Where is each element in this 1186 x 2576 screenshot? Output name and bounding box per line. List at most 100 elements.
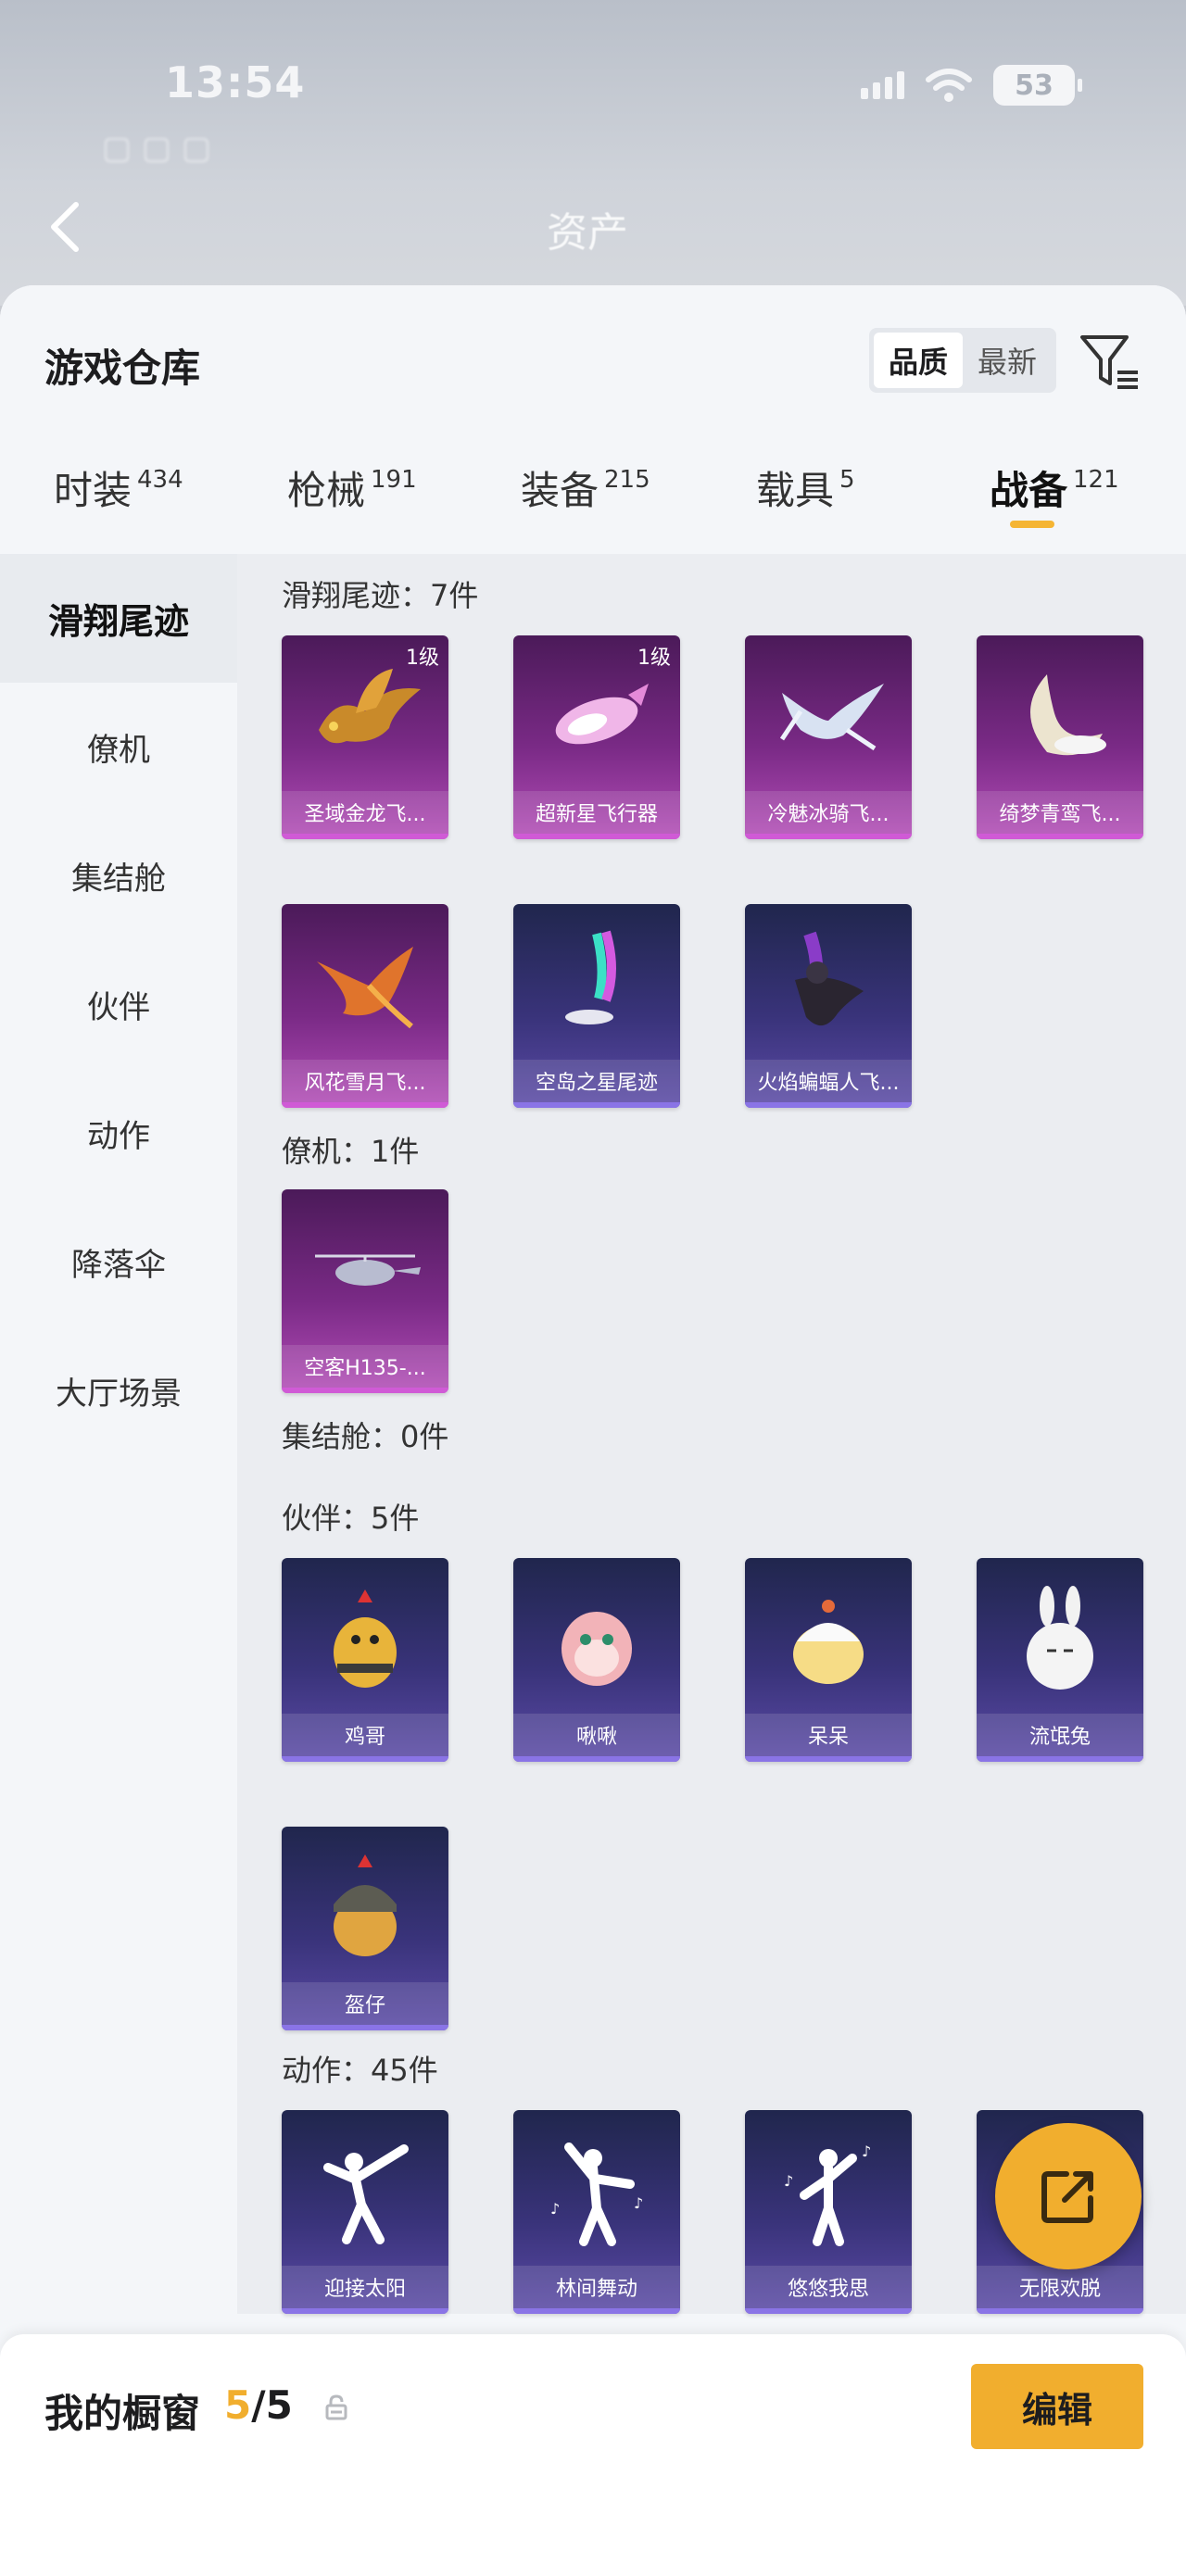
- golden-dragon-icon: [319, 669, 421, 744]
- tab-battle-gear[interactable]: 战备 121: [990, 459, 1119, 552]
- page-title: 资产: [547, 209, 628, 257]
- tab-vehicles[interactable]: 载具 5: [756, 459, 855, 552]
- item-card[interactable]: 呆呆: [745, 1558, 912, 1762]
- item-name: 流氓兔: [977, 1714, 1143, 1756]
- edit-button[interactable]: 编辑: [971, 2364, 1143, 2449]
- share-icon: [1041, 2171, 1093, 2223]
- item-card[interactable]: 空岛之星尾迹: [513, 904, 680, 1108]
- showcase-count: 5/5: [224, 2382, 293, 2428]
- item-card[interactable]: 绮梦青鸾飞...: [977, 635, 1143, 839]
- item-card[interactable]: ♪ ♪ 悠悠我思: [745, 2110, 912, 2314]
- tab-label: 时装: [54, 468, 132, 513]
- item-name: 冷魅冰骑飞...: [745, 791, 912, 834]
- svg-text:♪: ♪: [634, 2194, 643, 2212]
- filter-icon[interactable]: [1077, 330, 1142, 395]
- tab-label: 枪械: [287, 468, 366, 513]
- tab-count: 5: [839, 466, 855, 494]
- quality-bar: [513, 1756, 680, 1762]
- svg-text:♪: ♪: [862, 2142, 871, 2160]
- lock-icon: [325, 2394, 347, 2420]
- item-name: 空岛之星尾迹: [513, 1060, 680, 1102]
- item-card[interactable]: 盔仔: [282, 1827, 448, 2030]
- sidebar-item-parachute[interactable]: 降落伞: [0, 1198, 237, 1326]
- share-button[interactable]: [995, 2123, 1142, 2269]
- supernova-glider-icon: [555, 684, 649, 745]
- sidebar-item-lobby-scene[interactable]: 大厅场景: [0, 1326, 237, 1455]
- dance-pose-icon: ♪♪: [784, 2142, 871, 2246]
- sheet-title: 游戏仓库: [44, 346, 201, 391]
- category-tabs: 时装 434 枪械 191 装备 215 载具 5 战备 121: [0, 461, 1186, 554]
- back-button[interactable]: [39, 195, 91, 259]
- item-card[interactable]: 1级 圣域金龙飞...: [282, 635, 448, 839]
- dance-pose-icon: ♪♪: [550, 2142, 643, 2246]
- quality-bar: [282, 834, 448, 839]
- item-name: 悠悠我思: [745, 2266, 912, 2308]
- quality-bar: [282, 1388, 448, 1393]
- item-card[interactable]: 火焰蝙蝠人飞...: [745, 904, 912, 1108]
- sort-toggle: 品质 最新: [869, 328, 1056, 393]
- item-name: 绮梦青鸾飞...: [977, 791, 1143, 834]
- sidebar-item-glide-trail[interactable]: 滑翔尾迹: [0, 554, 237, 683]
- showcase-bar: 我的橱窗 5/5 编辑: [0, 2334, 1186, 2576]
- quality-bar: [282, 2025, 448, 2030]
- sidebar-item-wingman[interactable]: 僚机: [0, 683, 237, 811]
- tab-count: 121: [1073, 466, 1119, 494]
- quality-bar: [745, 1102, 912, 1108]
- quality-bar: [977, 2308, 1143, 2314]
- wifi-icon: [926, 69, 972, 102]
- item-name: 呆呆: [745, 1714, 912, 1756]
- tab-label: 装备: [521, 468, 599, 513]
- item-name: 无限欢脱: [977, 2266, 1143, 2308]
- item-name: 风花雪月飞...: [282, 1060, 448, 1102]
- battery-icon: 53: [993, 65, 1082, 106]
- tab-count: 191: [371, 466, 417, 494]
- sidebar-item-emote[interactable]: 动作: [0, 1069, 237, 1198]
- sidebar-item-capsule[interactable]: 集结舱: [0, 811, 237, 940]
- item-card[interactable]: 空客H135-...: [282, 1189, 448, 1393]
- item-name: 鸡哥: [282, 1714, 448, 1756]
- item-card[interactable]: 1级 超新星飞行器: [513, 635, 680, 839]
- rainbow-trail-icon: [565, 930, 616, 1024]
- sidebar-item-partner[interactable]: 伙伴: [0, 940, 237, 1069]
- signal-icon: [861, 71, 904, 99]
- item-name: 火焰蝙蝠人飞...: [745, 1060, 912, 1102]
- item-name: 林间舞动: [513, 2266, 680, 2308]
- tab-label: 载具: [756, 468, 835, 513]
- quality-bar: [282, 1102, 448, 1108]
- chicken-icon: [334, 1590, 397, 1688]
- item-card[interactable]: 鸡哥: [282, 1558, 448, 1762]
- tab-fashion[interactable]: 时装 434: [54, 459, 183, 552]
- item-card[interactable]: 流氓兔: [977, 1558, 1143, 1762]
- yellow-chick-icon: [793, 1600, 864, 1684]
- item-card[interactable]: 冷魅冰骑飞...: [745, 635, 912, 839]
- blurred-tab: ▢ ▢ ▢: [102, 130, 211, 167]
- svg-text:♪: ♪: [784, 2172, 793, 2190]
- item-name: 迎接太阳: [282, 2266, 448, 2308]
- chevron-left-icon: [51, 202, 79, 252]
- item-card[interactable]: 迎接太阳: [282, 2110, 448, 2314]
- tab-label: 战备: [990, 468, 1068, 513]
- phoenix-icon: [317, 947, 413, 1029]
- showcase-current: 5: [224, 2382, 252, 2428]
- item-name: 盔仔: [282, 1982, 448, 2025]
- item-name: 圣域金龙飞...: [282, 791, 448, 834]
- item-card[interactable]: 风花雪月飞...: [282, 904, 448, 1108]
- status-indicators: 53: [861, 65, 1082, 106]
- item-name: 空客H135-...: [282, 1345, 448, 1388]
- sheet-header: 游戏仓库 品质 最新 时装 434 枪械 191 装备 215 载具 5 战备 …: [0, 285, 1186, 554]
- pink-bird-icon: [561, 1612, 632, 1686]
- section-title-partner: 伙伴：5件: [282, 1501, 420, 1536]
- item-card[interactable]: 啾啾: [513, 1558, 680, 1762]
- sort-latest-button[interactable]: 最新: [963, 333, 1052, 388]
- quality-bar: [513, 2308, 680, 2314]
- sort-quality-button[interactable]: 品质: [874, 333, 963, 388]
- tab-equipment[interactable]: 装备 215: [521, 459, 650, 552]
- quality-bar: [745, 2308, 912, 2314]
- rabbit-icon: [1027, 1586, 1093, 1690]
- quality-bar: [977, 834, 1143, 839]
- item-card[interactable]: ♪ ♪ 林间舞动: [513, 2110, 680, 2314]
- quality-bar: [977, 1756, 1143, 1762]
- helicopter-icon: [315, 1254, 421, 1286]
- quality-bar: [745, 834, 912, 839]
- tab-weapons[interactable]: 枪械 191: [287, 459, 417, 552]
